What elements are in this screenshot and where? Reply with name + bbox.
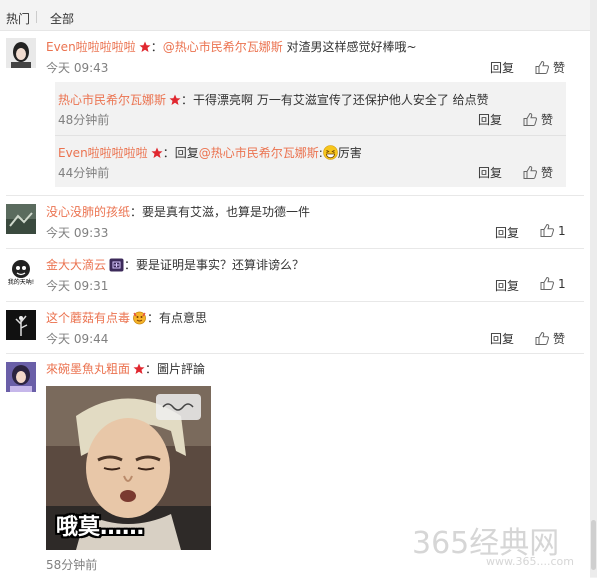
thumbs-up-icon xyxy=(523,165,537,179)
like-button[interactable]: 赞 xyxy=(535,59,565,76)
tab-divider xyxy=(36,11,37,23)
reply-line: Even啦啦啦啦啦 ：回复@热心市民希尔瓦娜斯: 厉害 xyxy=(58,144,362,161)
gold-medal-icon xyxy=(132,310,147,325)
image-caption: 哦莫…… xyxy=(56,515,145,540)
comment-colon: ： xyxy=(150,40,163,54)
vip-star-icon xyxy=(139,41,151,53)
laughing-emoji-icon xyxy=(322,145,338,160)
tab-bar: 热门 全部 xyxy=(0,0,597,30)
tab-all[interactable]: 全部 xyxy=(50,10,74,27)
comment-colon: ： xyxy=(147,311,160,325)
reply-prefix: ：回复 xyxy=(162,146,199,160)
reply-time: 44分钟前 xyxy=(58,166,110,180)
comment-line: 來碗墨魚丸粗面 ：圖片評論 xyxy=(46,361,205,377)
like-count: 1 xyxy=(558,277,566,291)
comment-time: 今天 09:33 xyxy=(46,226,109,240)
comment-text: 要是证明是事实？还算诽谤么？ xyxy=(136,258,305,272)
like-count: 赞 xyxy=(541,166,554,180)
vip-star-icon xyxy=(151,147,163,159)
reply-suffix: 厉害 xyxy=(337,146,362,160)
comment-time: 今天 09:31 xyxy=(46,279,109,293)
reply-button[interactable]: 回复 xyxy=(490,59,514,76)
comment-colon: ： xyxy=(130,205,143,219)
comment-line: 金大大滴云 ：要是证明是事实？还算诽谤么？ xyxy=(46,257,304,273)
avatar-caption: 我的天呐! xyxy=(7,279,35,286)
vip-star-icon xyxy=(169,94,181,106)
reply-username[interactable]: 热心市民希尔瓦娜斯 xyxy=(58,93,166,107)
comment-username[interactable]: 这个蘑菇有点毒 xyxy=(46,311,130,325)
comment-line: Even啦啦啦啦啦 ：@热心市民希尔瓦娜斯 对渣男这样感觉好棒哦~ xyxy=(46,39,417,55)
avatar[interactable] xyxy=(6,38,36,68)
avatar[interactable] xyxy=(6,204,36,234)
thumbs-up-icon xyxy=(535,331,549,345)
avatar[interactable] xyxy=(6,310,36,340)
like-count: 赞 xyxy=(541,113,554,127)
comment-time: 今天 09:43 xyxy=(46,61,109,75)
comment-text: 要是真有艾滋，也算是功德一件 xyxy=(142,205,311,219)
thumbs-up-icon xyxy=(540,276,554,290)
reply-username[interactable]: Even啦啦啦啦啦 xyxy=(58,146,148,160)
like-button[interactable]: 1 xyxy=(540,223,566,238)
comment-text: 圖片評論 xyxy=(157,362,206,376)
vip-star-icon xyxy=(133,363,145,375)
comment-colon: ： xyxy=(145,362,158,376)
reply-colon: ： xyxy=(181,93,194,107)
comment-time: 58分钟前 xyxy=(46,558,98,572)
watermark-url: www.365....com xyxy=(486,555,574,568)
comment-time: 今天 09:44 xyxy=(46,332,109,346)
reply-button[interactable]: 回复 xyxy=(478,111,502,128)
tab-hot[interactable]: 热门 xyxy=(6,10,30,27)
reply-button[interactable]: 回复 xyxy=(495,224,519,241)
comment-colon: ： xyxy=(124,258,137,272)
comment-username[interactable]: Even啦啦啦啦啦 xyxy=(46,40,136,54)
thumbs-up-icon xyxy=(523,112,537,126)
divider xyxy=(6,248,584,249)
reply-button[interactable]: 回复 xyxy=(495,277,519,294)
comment-text: 对渣男这样感觉好棒哦~ xyxy=(282,40,417,54)
comment-text: 有点意思 xyxy=(159,311,208,325)
avatar[interactable]: 我的天呐! xyxy=(6,257,36,287)
reply-text: 干得漂亮啊 万一有艾滋宣传了还保护他人安全了 给点赞 xyxy=(193,93,489,107)
reply-button[interactable]: 回复 xyxy=(478,164,502,181)
like-button[interactable]: 赞 xyxy=(523,111,553,128)
avatar[interactable] xyxy=(6,362,36,392)
comment-username[interactable]: 來碗墨魚丸粗面 xyxy=(46,362,130,376)
comment-line: 这个蘑菇有点毒 ：有点意思 xyxy=(46,310,207,326)
comment-username[interactable]: 没心没肺的孩纸 xyxy=(46,205,130,219)
reply-line: 热心市民希尔瓦娜斯 ：干得漂亮啊 万一有艾滋宣传了还保护他人安全了 给点赞 xyxy=(58,91,489,108)
mention-link[interactable]: @热心市民希尔瓦娜斯 xyxy=(163,40,283,54)
thumbs-up-icon xyxy=(535,60,549,74)
comment-image[interactable]: 哦莫…… xyxy=(46,386,211,550)
divider xyxy=(55,135,566,136)
divider xyxy=(6,353,584,354)
comment-username[interactable]: 金大大滴云 xyxy=(46,258,106,272)
like-count: 赞 xyxy=(553,61,566,75)
comment-line: 没心没肺的孩纸：要是真有艾滋，也算是功德一件 xyxy=(46,204,310,220)
mention-link[interactable]: @热心市民希尔瓦娜斯 xyxy=(199,146,319,160)
reply-button[interactable]: 回复 xyxy=(490,330,514,347)
like-button[interactable]: 1 xyxy=(540,276,566,291)
like-button[interactable]: 赞 xyxy=(535,330,565,347)
reply-time: 48分钟前 xyxy=(58,113,110,127)
divider xyxy=(6,301,584,302)
like-count: 1 xyxy=(558,224,566,238)
divider xyxy=(6,195,584,196)
scrollbar-thumb[interactable] xyxy=(591,520,596,570)
like-button[interactable]: 赞 xyxy=(523,164,553,181)
member-badge-icon xyxy=(109,258,124,272)
like-count: 赞 xyxy=(553,332,566,346)
thumbs-up-icon xyxy=(540,223,554,237)
scrollbar[interactable] xyxy=(590,0,597,577)
reply-thread: 热心市民希尔瓦娜斯 ：干得漂亮啊 万一有艾滋宣传了还保护他人安全了 给点赞 48分… xyxy=(55,82,566,187)
